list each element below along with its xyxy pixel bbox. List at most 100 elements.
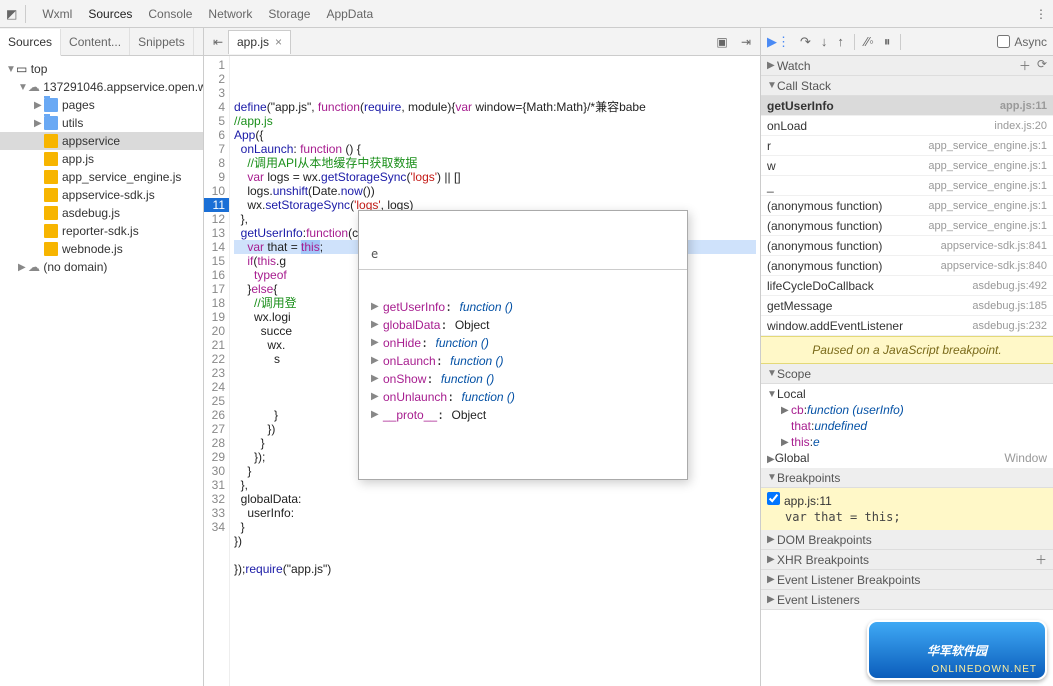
tab-sources[interactable]: Sources bbox=[88, 7, 132, 21]
tree-file-appjs[interactable]: app.js bbox=[0, 150, 203, 168]
tree-file-reporter[interactable]: reporter-sdk.js bbox=[0, 222, 203, 240]
debugger-panel: ▶⋮ ↷ ↓ ↑ ⁄⁄◦ ⏸ Async ▶Watch ＋⟳ ▼Call Sta… bbox=[761, 28, 1053, 686]
toggle-debugger-icon[interactable]: ⇥ bbox=[736, 32, 756, 52]
stack-frame[interactable]: (anonymous function)app_service_engine.j… bbox=[761, 196, 1053, 216]
tree-domain[interactable]: ▼☁ 137291046.appservice.open.we bbox=[0, 78, 203, 96]
left-panel: Sources Content... Snippets ⋮ ▼▭ top ▼☁ … bbox=[0, 28, 204, 686]
stack-frame[interactable]: (anonymous function)appservice-sdk.js:84… bbox=[761, 256, 1053, 276]
step-over-icon[interactable]: ↷ bbox=[800, 34, 811, 50]
popup-item[interactable]: ▶onUnlaunch: function () bbox=[359, 388, 687, 406]
cloud-icon: ☁ bbox=[28, 80, 40, 94]
kebab-menu-icon[interactable]: ⋮ bbox=[1035, 7, 1047, 21]
step-into-icon[interactable]: ↓ bbox=[821, 34, 828, 49]
event-listeners-section[interactable]: ▶Event Listeners bbox=[761, 590, 1053, 610]
stack-frame[interactable]: (anonymous function)appservice-sdk.js:84… bbox=[761, 236, 1053, 256]
history-icon[interactable]: ▣ bbox=[712, 32, 732, 52]
tree-file-engine[interactable]: app_service_engine.js bbox=[0, 168, 203, 186]
editor-panel: ⇤ app.js × ▣ ⇥ 1234567891011121314151617… bbox=[204, 28, 761, 686]
popup-item[interactable]: ▶globalData: Object bbox=[359, 316, 687, 334]
tree-file-sdk[interactable]: appservice-sdk.js bbox=[0, 186, 203, 204]
breakpoint-code: var that = this; bbox=[767, 508, 1047, 526]
tree-top[interactable]: ▼▭ top bbox=[0, 60, 203, 78]
editor-tab-label: app.js bbox=[237, 35, 269, 49]
popup-item[interactable]: ▶__proto__: Object bbox=[359, 406, 687, 424]
devtools-top-toolbar: ◩ Wxml Sources Console Network Storage A… bbox=[0, 0, 1053, 28]
toggle-navigator-icon[interactable]: ⇤ bbox=[208, 32, 228, 52]
xhr-bp-section[interactable]: ▶XHR Breakpoints＋ bbox=[761, 550, 1053, 570]
left-tabs: Sources Content... Snippets ⋮ bbox=[0, 28, 203, 56]
scope-section[interactable]: ▼Scope bbox=[761, 364, 1053, 384]
deactivate-bp-icon[interactable]: ⁄⁄◦ bbox=[865, 34, 874, 49]
popup-item[interactable]: ▶getUserInfo: function () bbox=[359, 298, 687, 316]
left-tab-sources[interactable]: Sources bbox=[0, 29, 61, 56]
stack-frame[interactable]: wapp_service_engine.js:1 bbox=[761, 156, 1053, 176]
left-tab-snippets[interactable]: Snippets bbox=[130, 28, 194, 55]
stack-frame[interactable]: getUserInfoapp.js:11 bbox=[761, 96, 1053, 116]
breakpoints-section[interactable]: ▼Breakpoints bbox=[761, 468, 1053, 488]
tab-appdata[interactable]: AppData bbox=[326, 7, 373, 21]
callstack-section[interactable]: ▼Call Stack bbox=[761, 76, 1053, 96]
breakpoint-checkbox[interactable] bbox=[767, 492, 780, 505]
debugger-toolbar: ▶⋮ ↷ ↓ ↑ ⁄⁄◦ ⏸ Async bbox=[761, 28, 1053, 56]
popup-item[interactable]: ▶onShow: function () bbox=[359, 370, 687, 388]
tree-folder-pages[interactable]: ▶pages bbox=[0, 96, 203, 114]
stack-frame[interactable]: window.addEventListenerasdebug.js:232 bbox=[761, 316, 1053, 336]
js-file-icon bbox=[44, 242, 58, 256]
resume-icon[interactable]: ▶⋮ bbox=[767, 34, 790, 50]
editor-body[interactable]: 1234567891011121314151617181920212223242… bbox=[204, 56, 760, 686]
js-file-icon bbox=[44, 188, 58, 202]
tree-file-webnode[interactable]: webnode.js bbox=[0, 240, 203, 258]
left-tab-content[interactable]: Content... bbox=[61, 28, 130, 55]
popup-item[interactable]: ▶onHide: function () bbox=[359, 334, 687, 352]
file-tree: ▼▭ top ▼☁ 137291046.appservice.open.we ▶… bbox=[0, 56, 203, 280]
js-file-icon bbox=[44, 170, 58, 184]
js-file-icon bbox=[44, 224, 58, 238]
tree-no-domain[interactable]: ▶☁ (no domain) bbox=[0, 258, 203, 276]
watermark-logo: 华军软件园 ONLINEDOWN.NET bbox=[867, 620, 1047, 680]
tree-file-asdebug[interactable]: asdebug.js bbox=[0, 204, 203, 222]
tab-console[interactable]: Console bbox=[148, 7, 192, 21]
stack-frame[interactable]: _app_service_engine.js:1 bbox=[761, 176, 1053, 196]
async-toggle[interactable]: Async bbox=[997, 35, 1047, 49]
close-icon[interactable]: × bbox=[275, 35, 282, 49]
tree-file-appservice[interactable]: appservice bbox=[0, 132, 203, 150]
editor-tabbar: ⇤ app.js × ▣ ⇥ bbox=[204, 28, 760, 56]
tab-storage[interactable]: Storage bbox=[268, 7, 310, 21]
tab-network[interactable]: Network bbox=[208, 7, 252, 21]
stack-frame[interactable]: getMessageasdebug.js:185 bbox=[761, 296, 1053, 316]
scope-var[interactable]: ▶cb: function (userInfo) bbox=[781, 402, 1047, 418]
async-checkbox[interactable] bbox=[997, 35, 1010, 48]
tab-wxml[interactable]: Wxml bbox=[42, 7, 72, 21]
stack-frame[interactable]: lifeCycleDoCallbackasdebug.js:492 bbox=[761, 276, 1053, 296]
scope-local: ▼Local ▶cb: function (userInfo)that: und… bbox=[761, 384, 1053, 468]
popup-header: e bbox=[359, 239, 687, 270]
code-area[interactable]: define("app.js", function(require, modul… bbox=[230, 56, 760, 686]
stack-frame[interactable]: onLoadindex.js:20 bbox=[761, 116, 1053, 136]
js-file-icon bbox=[44, 152, 58, 166]
dom-bp-section[interactable]: ▶DOM Breakpoints bbox=[761, 530, 1053, 550]
editor-tab-appjs[interactable]: app.js × bbox=[228, 30, 291, 54]
popup-item[interactable]: ▶onLaunch: function () bbox=[359, 352, 687, 370]
inspect-icon[interactable]: ◩ bbox=[6, 7, 17, 21]
js-file-icon bbox=[44, 206, 58, 220]
main-area: Sources Content... Snippets ⋮ ▼▭ top ▼☁ … bbox=[0, 28, 1053, 686]
watch-section[interactable]: ▶Watch ＋⟳ bbox=[761, 56, 1053, 76]
cloud-icon: ☁ bbox=[28, 260, 40, 274]
pause-exceptions-icon[interactable]: ⏸ bbox=[884, 34, 891, 50]
folder-icon bbox=[44, 116, 58, 130]
event-listener-bp-section[interactable]: ▶Event Listener Breakpoints bbox=[761, 570, 1053, 590]
line-gutter[interactable]: 1234567891011121314151617181920212223242… bbox=[204, 56, 230, 686]
tree-folder-utils[interactable]: ▶utils bbox=[0, 114, 203, 132]
step-out-icon[interactable]: ↑ bbox=[837, 34, 844, 49]
pause-message: Paused on a JavaScript breakpoint. bbox=[761, 336, 1053, 364]
breakpoint-item[interactable]: app.js:11 var that = this; bbox=[761, 488, 1053, 530]
window-icon: ▭ bbox=[16, 62, 27, 76]
refresh-icon[interactable]: ⟳ bbox=[1037, 57, 1047, 74]
scope-var[interactable]: ▶this: e bbox=[781, 434, 1047, 450]
scope-var[interactable]: that: undefined bbox=[781, 418, 1047, 434]
add-watch-icon[interactable]: ＋ bbox=[1019, 57, 1031, 74]
stack-frame[interactable]: rapp_service_engine.js:1 bbox=[761, 136, 1053, 156]
folder-icon bbox=[44, 98, 58, 112]
add-xhr-bp-icon[interactable]: ＋ bbox=[1035, 551, 1047, 568]
stack-frame[interactable]: (anonymous function)app_service_engine.j… bbox=[761, 216, 1053, 236]
